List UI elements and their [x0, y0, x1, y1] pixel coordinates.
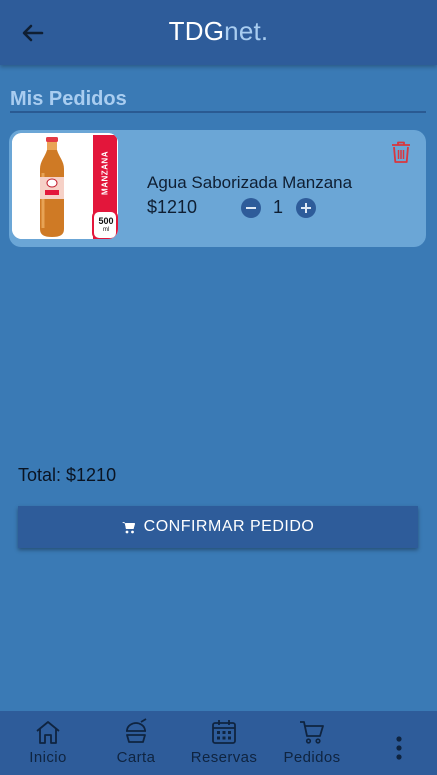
nav-item-pedidos[interactable]: Pedidos	[272, 717, 352, 773]
product-label-flavor: MANZANA	[100, 151, 110, 195]
nav-label-carta: Carta	[116, 749, 156, 766]
nav-label-inicio: Inicio	[29, 749, 67, 766]
cart-icon	[121, 521, 135, 533]
nav-label-pedidos: Pedidos	[283, 749, 341, 766]
decrease-quantity-button[interactable]	[241, 198, 261, 218]
nav-item-carta[interactable]: Carta	[96, 717, 176, 773]
quantity-value: 1	[273, 197, 284, 217]
home-icon	[36, 721, 60, 744]
more-vertical-icon	[396, 736, 402, 760]
nav-item-reservas[interactable]: Reservas	[184, 717, 264, 773]
more-options-button[interactable]	[388, 731, 410, 765]
brand-accent: net.	[224, 16, 269, 46]
order-total: Total: $1210	[18, 465, 117, 485]
page-title: Mis Pedidos	[10, 88, 127, 110]
product-label-unit: ml	[102, 227, 110, 233]
product-price: $1210	[147, 197, 198, 217]
app-header: TDGnet.	[0, 0, 437, 65]
product-name: Agua Saborizada Manzana	[147, 173, 353, 192]
calendar-icon	[212, 720, 236, 744]
title-divider	[10, 111, 426, 113]
order-item-card: MANZANA 500 ml Agua Saborizada Manzana $…	[9, 130, 426, 247]
food-icon	[126, 718, 147, 743]
cart-icon	[300, 721, 324, 744]
increase-quantity-button[interactable]	[296, 198, 316, 218]
confirm-order-button[interactable]: CONFIRMAR PEDIDO	[18, 506, 418, 548]
product-label-volume: 500	[98, 216, 114, 226]
brand-main: TDG	[168, 16, 225, 46]
product-image: MANZANA 500 ml	[12, 133, 118, 239]
nav-item-inicio[interactable]: Inicio	[8, 717, 88, 773]
bottom-navigation: Inicio Carta Reservas Pedidos	[0, 711, 437, 775]
nav-label-reservas: Reservas	[190, 749, 258, 766]
app-logo: TDGnet.	[0, 16, 437, 47]
confirm-order-label: CONFIRMAR PEDIDO	[143, 518, 315, 535]
trash-icon	[392, 141, 410, 163]
delete-item-button[interactable]	[390, 140, 412, 164]
